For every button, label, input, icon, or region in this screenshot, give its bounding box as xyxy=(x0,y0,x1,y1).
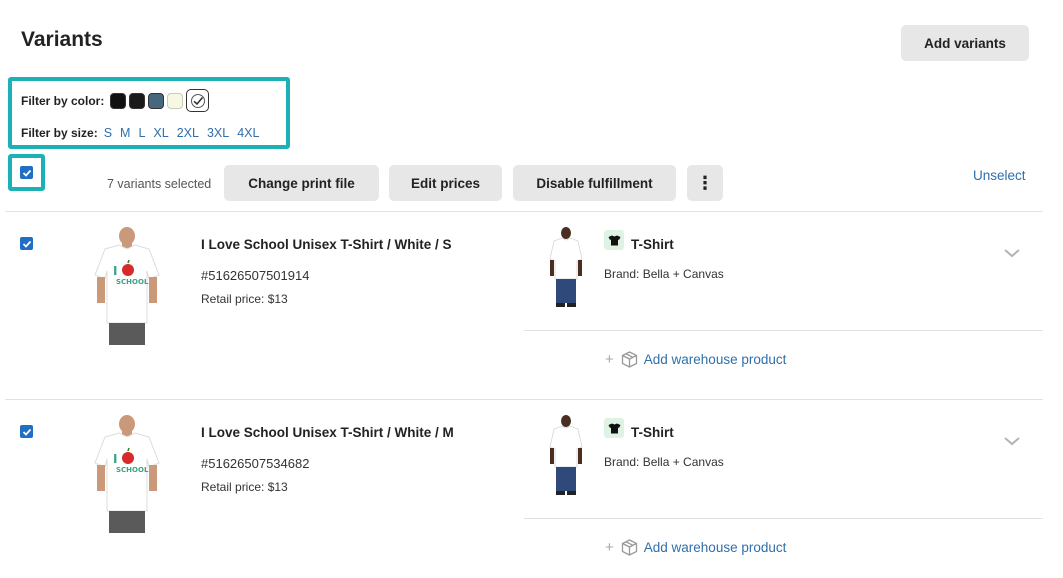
variant-price: Retail price: $13 xyxy=(201,480,288,494)
package-icon xyxy=(621,539,637,556)
size-filter-l[interactable]: L xyxy=(138,126,145,140)
add-warehouse-label: Add warehouse product xyxy=(643,540,787,555)
product-model-image xyxy=(549,227,583,307)
more-options-button[interactable]: ⋮ xyxy=(687,165,723,201)
product-model-image xyxy=(549,415,583,495)
more-vertical-icon: ⋮ xyxy=(696,172,714,193)
package-icon xyxy=(621,351,637,368)
variant-title[interactable]: I Love School Unisex T-Shirt / White / S xyxy=(201,237,452,252)
product-brand: Brand: Bella + Canvas xyxy=(604,455,724,469)
edit-prices-button[interactable]: Edit prices xyxy=(389,165,502,201)
variant-sku: #51626507534682 xyxy=(201,456,310,471)
size-filter-label: Filter by size: xyxy=(21,126,98,140)
color-swatch-white-selected[interactable] xyxy=(186,89,210,112)
size-filter-s[interactable]: S xyxy=(104,126,112,140)
row-inner-divider xyxy=(524,518,1043,519)
change-print-file-button[interactable]: Change print file xyxy=(224,165,379,201)
add-warehouse-label: Add warehouse product xyxy=(643,352,787,367)
color-filter-row: Filter by color: xyxy=(21,89,212,112)
size-filter-3xl[interactable]: 3XL xyxy=(207,126,229,140)
variant-sku: #51626507501914 xyxy=(201,268,310,283)
variant-title[interactable]: I Love School Unisex T-Shirt / White / M xyxy=(201,425,454,440)
color-swatch-black-2[interactable] xyxy=(129,92,146,109)
add-warehouse-product-link[interactable]: + Add warehouse product xyxy=(605,539,786,556)
header-divider xyxy=(5,211,1043,212)
product-brand: Brand: Bella + Canvas xyxy=(604,267,724,281)
color-swatch-cream[interactable] xyxy=(167,92,184,109)
chevron-down-icon[interactable] xyxy=(1003,435,1021,447)
select-all-checkbox[interactable] xyxy=(8,154,45,191)
row-divider xyxy=(5,399,1043,400)
tshirt-icon xyxy=(604,230,624,250)
size-filter-row: Filter by size: S M L XL 2XL 3XL 4XL xyxy=(21,126,267,140)
row-inner-divider xyxy=(524,330,1043,331)
shirt-print-letter: I xyxy=(113,264,117,278)
shirt-print-word: SCHOOL xyxy=(116,278,149,286)
chevron-down-icon[interactable] xyxy=(1003,247,1021,259)
variant-checkbox[interactable] xyxy=(20,237,33,250)
checkmark-icon xyxy=(190,93,205,108)
add-variants-button[interactable]: Add variants xyxy=(901,25,1029,61)
disable-fulfillment-button[interactable]: Disable fulfillment xyxy=(513,165,676,201)
shirt-print-word: SCHOOL xyxy=(116,466,149,474)
unselect-link[interactable]: Unselect xyxy=(973,168,1026,183)
add-warehouse-product-link[interactable]: + Add warehouse product xyxy=(605,351,786,368)
variant-mockup-image: I SCHOOL xyxy=(94,415,160,533)
product-name: T-Shirt xyxy=(631,425,674,440)
shirt-print-letter: I xyxy=(113,452,117,466)
checkbox-checked-icon xyxy=(20,425,33,438)
size-filter-xl[interactable]: XL xyxy=(153,126,168,140)
page-title: Variants xyxy=(21,28,103,51)
filter-panel: Filter by color: Filter by size: S M L X… xyxy=(8,77,290,149)
product-name: T-Shirt xyxy=(631,237,674,252)
checkbox-checked-icon xyxy=(20,237,33,250)
color-swatch-slate[interactable] xyxy=(148,92,165,109)
size-filter-2xl[interactable]: 2XL xyxy=(177,126,199,140)
color-swatch-black[interactable] xyxy=(110,92,127,109)
variant-checkbox[interactable] xyxy=(20,425,33,438)
plus-icon: + xyxy=(605,539,614,556)
checkbox-checked-icon xyxy=(20,166,33,179)
variant-price: Retail price: $13 xyxy=(201,292,288,306)
plus-icon: + xyxy=(605,351,614,368)
color-filter-label: Filter by color: xyxy=(21,93,105,108)
selected-count: 7 variants selected xyxy=(107,177,212,191)
tshirt-icon xyxy=(604,418,624,438)
variant-mockup-image: I SCHOOL xyxy=(94,227,160,345)
size-filter-4xl[interactable]: 4XL xyxy=(237,126,259,140)
size-filter-m[interactable]: M xyxy=(120,126,130,140)
